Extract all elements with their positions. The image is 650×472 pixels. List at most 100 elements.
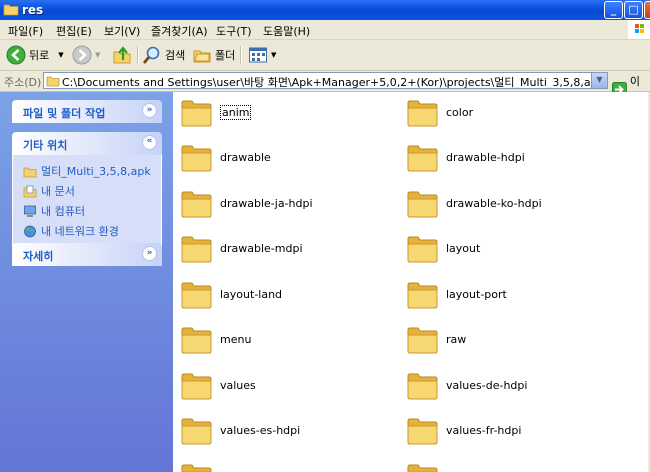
network-icon (24, 225, 36, 237)
chevron-down-icon[interactable]: ▼ (271, 51, 276, 59)
folder-label: values-es-hdpi (220, 424, 301, 437)
menu-tools[interactable]: 도구(T) (216, 23, 252, 39)
place-my-computer[interactable]: 내 컴퓨터 (13, 201, 161, 221)
back-arrow-icon (6, 45, 26, 65)
folder-item[interactable]: drawable-ko-hdpi (406, 185, 542, 221)
folders-button[interactable]: 폴더 (192, 44, 235, 66)
other-places-header[interactable]: 기타 위치 « (12, 132, 162, 155)
folder-item[interactable]: raw (406, 322, 466, 358)
folder-icon (407, 236, 438, 263)
address-bar: 주소(D) C:\Documents and Settings\user\바탕 … (0, 71, 650, 104)
place-my-network[interactable]: 내 네트워크 환경 (13, 221, 161, 241)
address-input[interactable]: C:\Documents and Settings\user\바탕 화면\Apk… (43, 72, 608, 89)
file-folder-tasks-header[interactable]: 파일 및 폴더 작업 » (12, 100, 162, 123)
folder-icon (181, 100, 212, 126)
folder-icon (181, 418, 212, 445)
folder-icon (407, 100, 438, 126)
folder-label: values (220, 378, 256, 392)
folder-item[interactable]: anim (180, 94, 252, 130)
folder-label: values-fr-hdpi (446, 424, 522, 437)
chevron-down-icon: ▼ (596, 75, 603, 84)
folder-label: menu (220, 333, 252, 346)
chevron-down-icon[interactable]: ▼ (95, 51, 100, 59)
folder-label: values-de-hdpi (446, 378, 528, 392)
folder-label: drawable-mdpi (220, 242, 303, 255)
windows-flag-icon (635, 24, 644, 33)
place-my-documents[interactable]: 내 문서 (13, 181, 161, 201)
up-folder-button[interactable] (112, 44, 132, 66)
windows-logo (628, 20, 650, 39)
address-dropdown-button[interactable]: ▼ (591, 73, 607, 88)
folder-item[interactable]: drawable (180, 140, 271, 176)
folder-label: layout-port (446, 287, 507, 301)
menu-view[interactable]: 보기(V) (104, 23, 140, 39)
folder-item[interactable]: menu (180, 322, 251, 358)
other-places-title: 기타 위치 (23, 139, 68, 152)
search-label: 검색 (165, 49, 186, 62)
forward-arrow-icon (72, 45, 92, 65)
maximize-button[interactable]: □ (624, 1, 643, 19)
place-label: 내 네트워크 환경 (41, 225, 119, 238)
folder-icon (23, 167, 37, 177)
folder-icon (3, 4, 19, 16)
back-button[interactable]: 뒤로 ▼ (6, 44, 64, 66)
folder-icon (407, 418, 438, 445)
menu-help[interactable]: 도움말(H) (263, 23, 310, 39)
my-documents-icon (23, 185, 37, 197)
folder-icon (181, 327, 212, 354)
chevron-down-icon[interactable]: ▼ (58, 51, 63, 59)
folder-label: raw (446, 333, 467, 346)
menu-favorites[interactable]: 즐겨찾기(A) (151, 23, 208, 39)
folder-item-partial[interactable] (180, 458, 213, 472)
toolbar-separator (240, 46, 242, 64)
search-button[interactable]: 검색 (142, 44, 185, 66)
menu-file[interactable]: 파일(F) (8, 23, 43, 39)
task-pane: 파일 및 폴더 작업 » 기타 위치 « 멀티_Multi_3,5,8,apk … (0, 92, 173, 472)
close-button[interactable] (644, 1, 650, 19)
toolbar-separator (137, 46, 139, 64)
back-label: 뒤로 (29, 49, 50, 62)
address-label: 주소(D) (4, 76, 42, 89)
folder-label: drawable-ko-hdpi (446, 196, 542, 210)
folder-item[interactable]: drawable-ja-hdpi (180, 185, 313, 221)
folder-item[interactable]: drawable-hdpi (406, 140, 525, 176)
place-parent-folder[interactable]: 멀티_Multi_3,5,8,apk (13, 161, 161, 181)
folder-icon (407, 191, 438, 217)
title-bar[interactable]: res _ □ (0, 0, 650, 20)
details-panel: 자세히 » (12, 243, 162, 266)
views-button[interactable]: ▼ (248, 44, 276, 66)
folder-icon (181, 373, 212, 399)
folder-label: color (446, 105, 474, 119)
expand-icon[interactable]: » (142, 103, 157, 118)
collapse-icon[interactable]: « (142, 135, 157, 150)
forward-button[interactable]: ▼ (72, 44, 100, 66)
expand-icon[interactable]: » (142, 246, 157, 261)
folder-item[interactable]: values-es-hdpi (180, 413, 300, 449)
place-label: 내 컴퓨터 (41, 205, 85, 218)
folder-item[interactable]: values (180, 367, 256, 403)
folder-item[interactable]: values-de-hdpi (406, 367, 527, 403)
folder-item[interactable]: values-fr-hdpi (406, 413, 521, 449)
up-folder-icon (113, 46, 131, 64)
my-computer-icon (24, 205, 36, 217)
folder-icon (181, 282, 212, 308)
folder-view[interactable]: anim color drawable drawable-hdpi drawable-j… (173, 92, 650, 472)
folder-item-partial[interactable] (406, 458, 439, 472)
details-header[interactable]: 자세히 » (12, 243, 162, 266)
menu-edit[interactable]: 편집(E) (56, 23, 92, 39)
folder-icon (407, 464, 438, 472)
folder-icon (181, 191, 212, 217)
folder-item[interactable]: color (406, 94, 473, 130)
other-places-panel: 기타 위치 « 멀티_Multi_3,5,8,apk 내 문서 내 컴퓨터 내 … (12, 132, 162, 249)
folders-label: 폴더 (215, 49, 236, 62)
folder-item[interactable]: drawable-mdpi (180, 231, 303, 267)
minimize-button[interactable]: _ (604, 1, 623, 19)
other-places-list: 멀티_Multi_3,5,8,apk 내 문서 내 컴퓨터 내 네트워크 환경 (12, 155, 162, 249)
address-path: C:\Documents and Settings\user\바탕 화면\Apk… (62, 76, 608, 89)
folder-label: drawable-ja-hdpi (220, 196, 313, 210)
folder-icon (181, 464, 212, 472)
folder-item[interactable]: layout-land (180, 276, 282, 312)
folder-item[interactable]: layout (406, 231, 480, 267)
folder-item[interactable]: layout-port (406, 276, 507, 312)
place-label: 멀티_Multi_3,5,8,apk (41, 165, 151, 178)
